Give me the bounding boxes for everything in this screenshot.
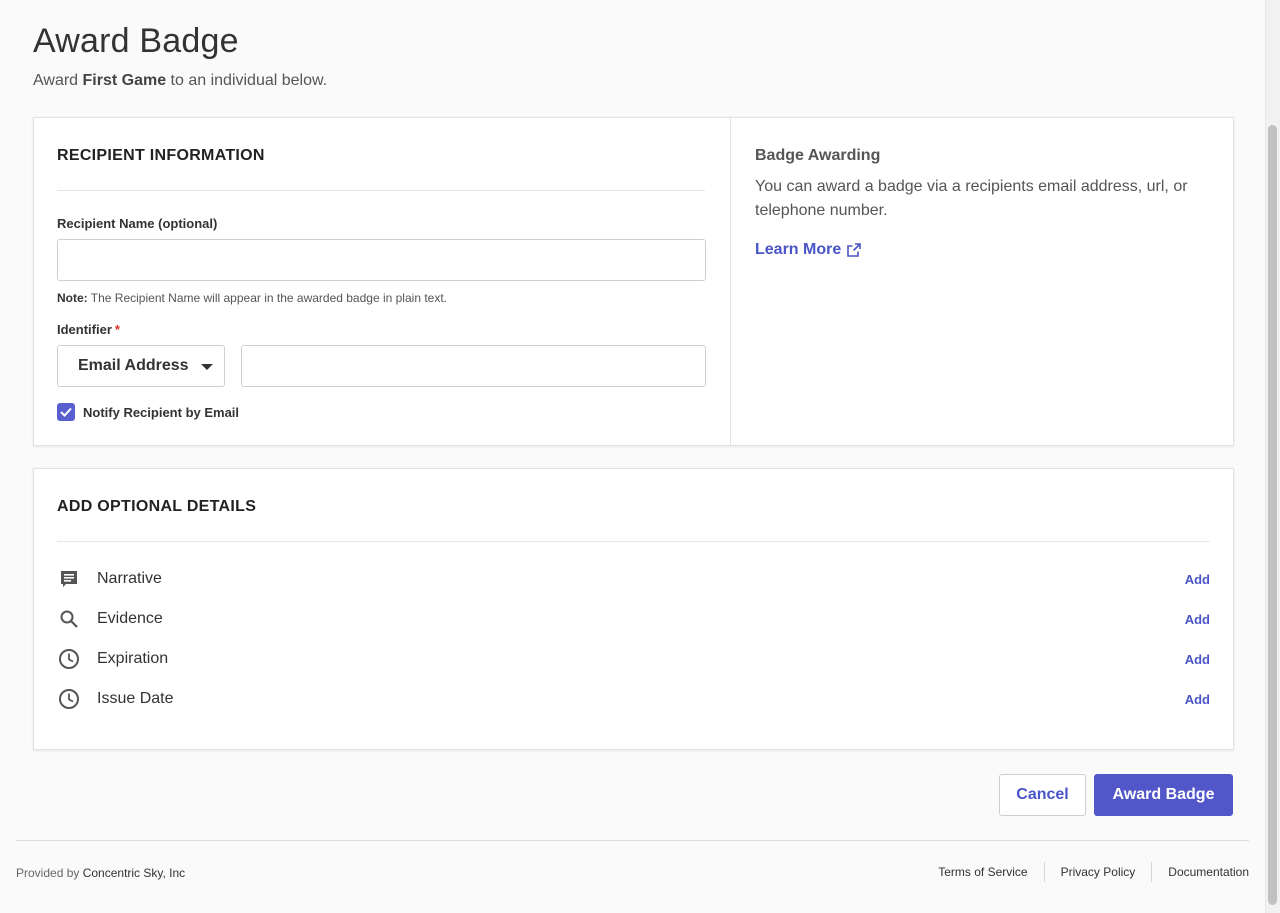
optional-label: Issue Date bbox=[97, 690, 174, 707]
optional-row-evidence: Evidence Add bbox=[57, 604, 1210, 634]
add-evidence-button[interactable]: Add bbox=[1185, 612, 1210, 627]
required-mark: * bbox=[114, 322, 120, 337]
recipient-heading: RECIPIENT INFORMATION bbox=[57, 147, 265, 164]
recipient-name-label: Recipient Name (optional) bbox=[57, 216, 218, 231]
footer-divider bbox=[16, 840, 1249, 841]
optional-row-narrative: Narrative Add bbox=[57, 564, 1210, 594]
page: Award Badge Award First Game to an indiv… bbox=[0, 0, 1280, 913]
recipient-name-note: Note: The Recipient Name will appear in … bbox=[57, 291, 447, 305]
add-expiration-button[interactable]: Add bbox=[1185, 652, 1210, 667]
badge-name: First Game bbox=[82, 72, 167, 89]
info-text: You can award a badge via a recipients e… bbox=[755, 178, 1188, 219]
narrative-icon bbox=[57, 567, 81, 591]
notify-checkbox[interactable] bbox=[57, 403, 75, 421]
privacy-policy-link[interactable]: Privacy Policy bbox=[1043, 862, 1152, 882]
notify-recipient-option: Notify Recipient by Email bbox=[57, 403, 239, 421]
award-badge-button[interactable]: Award Badge bbox=[1094, 774, 1233, 816]
recipient-form: RECIPIENT INFORMATION Recipient Name (op… bbox=[34, 118, 731, 445]
optional-row-issue-date: Issue Date Add bbox=[57, 684, 1210, 714]
note-text: The Recipient Name will appear in the aw… bbox=[87, 291, 447, 305]
identifier-type-value: Email Address bbox=[78, 357, 189, 374]
learn-more-link[interactable]: Learn More bbox=[755, 241, 862, 259]
chevron-down-icon bbox=[201, 364, 213, 370]
badge-awarding-info: Badge Awarding You can award a badge via… bbox=[731, 118, 1234, 445]
optional-heading: ADD OPTIONAL DETAILS bbox=[57, 498, 257, 515]
terms-of-service-link[interactable]: Terms of Service bbox=[922, 862, 1043, 882]
recipient-card: RECIPIENT INFORMATION Recipient Name (op… bbox=[33, 117, 1234, 446]
subtitle-prefix: Award bbox=[33, 72, 83, 89]
footer-provided-by: Provided by Concentric Sky, Inc bbox=[16, 866, 185, 880]
scrollbar[interactable] bbox=[1265, 0, 1280, 913]
subtitle-suffix: to an individual below. bbox=[166, 72, 328, 89]
scrollbar-thumb[interactable] bbox=[1268, 125, 1277, 905]
footer-links: Terms of Service Privacy Policy Document… bbox=[922, 862, 1249, 882]
external-link-icon bbox=[847, 243, 862, 257]
learn-more-label: Learn More bbox=[755, 241, 842, 258]
identifier-label-text: Identifier bbox=[57, 322, 112, 337]
add-issue-date-button[interactable]: Add bbox=[1185, 692, 1210, 707]
company-link[interactable]: Concentric Sky, Inc bbox=[83, 866, 185, 880]
clock-icon bbox=[57, 687, 81, 711]
identifier-type-select[interactable]: Email Address bbox=[57, 345, 225, 387]
optional-divider bbox=[57, 541, 1210, 542]
note-label: Note: bbox=[57, 291, 88, 305]
identifier-label: Identifier * bbox=[57, 322, 120, 337]
search-icon bbox=[57, 607, 81, 631]
recipient-divider bbox=[57, 190, 705, 191]
notify-label: Notify Recipient by Email bbox=[83, 404, 240, 420]
optional-label: Evidence bbox=[97, 610, 163, 627]
page-title: Award Badge bbox=[33, 22, 239, 60]
optional-row-expiration: Expiration Add bbox=[57, 644, 1210, 674]
optional-label: Narrative bbox=[97, 570, 162, 587]
identifier-input[interactable] bbox=[241, 345, 706, 387]
clock-icon bbox=[57, 647, 81, 671]
provided-by-text: Provided by bbox=[16, 866, 83, 880]
optional-details-card: ADD OPTIONAL DETAILS Narrative Add Evide… bbox=[33, 468, 1234, 750]
recipient-name-input[interactable] bbox=[57, 239, 706, 281]
checkmark-icon bbox=[60, 407, 72, 417]
add-narrative-button[interactable]: Add bbox=[1185, 572, 1210, 587]
optional-label: Expiration bbox=[97, 650, 169, 667]
cancel-button[interactable]: Cancel bbox=[999, 774, 1086, 816]
page-subtitle: Award First Game to an individual below. bbox=[33, 72, 327, 90]
documentation-link[interactable]: Documentation bbox=[1151, 862, 1249, 882]
info-title: Badge Awarding bbox=[755, 147, 881, 164]
